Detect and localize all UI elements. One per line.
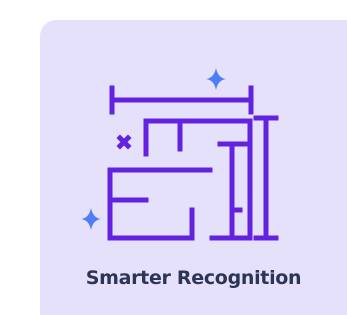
card-title: Smarter Recognition: [85, 267, 302, 289]
sparkle-icon: [81, 68, 226, 230]
